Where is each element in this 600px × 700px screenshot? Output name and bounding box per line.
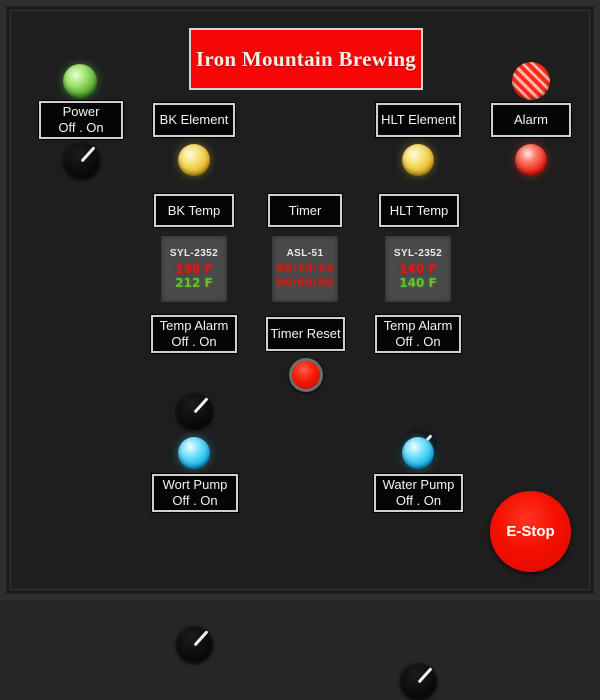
- alarm-red-led: [515, 144, 547, 176]
- bk-temp-label: BK Temp: [167, 202, 221, 218]
- wort-pump-label-plate: Wort Pump Off . On: [152, 474, 238, 512]
- wort-pump-selector-knob[interactable]: [176, 626, 213, 663]
- water-pump-label-plate: Water Pump Off . On: [374, 474, 463, 512]
- water-pump-label-line1: Water Pump: [382, 477, 455, 492]
- timer-reset-label-plate: Timer Reset: [266, 317, 345, 351]
- bk-element-label: BK Element: [159, 112, 229, 127]
- bk-temp-alarm-label-line1: Temp Alarm: [159, 318, 229, 333]
- alarm-label-plate: Alarm: [491, 103, 571, 137]
- emergency-stop-label: E-Stop: [506, 523, 555, 540]
- power-selector-knob[interactable]: [63, 142, 100, 179]
- emergency-stop-button[interactable]: E-Stop: [490, 491, 571, 572]
- brewery-control-panel: Iron Mountain Brewing Power Off . On BK …: [0, 0, 600, 700]
- wort-pump-label-line1: Wort Pump: [162, 477, 228, 492]
- timer-model: ASL-51: [286, 248, 324, 259]
- panel-title: Iron Mountain Brewing: [195, 46, 417, 71]
- bk-element-amber-led: [178, 144, 210, 176]
- hlt-temp-label: HLT Temp: [389, 202, 449, 218]
- water-pump-knob-pointer: [417, 666, 432, 683]
- hlt-element-label: HLT Element: [381, 112, 456, 127]
- hlt-temp-setpoint-value: 140 F: [399, 276, 437, 290]
- bk-element-label-plate: BK Element: [153, 103, 235, 137]
- power-label-plate: Power Off . On: [39, 101, 123, 139]
- timer-controller-display[interactable]: ASL-51 00:10:24 00:60:00: [272, 236, 338, 302]
- power-knob-pointer: [80, 145, 95, 162]
- alarm-siren-icon: [512, 62, 550, 100]
- bk-temp-process-value: 198 F: [175, 262, 213, 276]
- power-group: [58, 64, 97, 98]
- water-pump-selector-knob[interactable]: [400, 663, 437, 700]
- timer-preset-value: 00:60:00: [276, 276, 334, 289]
- bk-temp-alarm-label-plate: Temp Alarm Off . On: [151, 315, 237, 353]
- hlt-temp-alarm-label-plate: Temp Alarm Off . On: [375, 315, 461, 353]
- timer-reset-label: Timer Reset: [270, 326, 341, 341]
- bk-temp-label-plate: BK Temp: [154, 194, 234, 227]
- timer-label-plate: Timer: [268, 194, 342, 227]
- bk-temp-alarm-label-line2: Off . On: [171, 334, 217, 349]
- wort-pump-label-line2: Off . On: [172, 493, 218, 508]
- hlt-element-amber-led: [402, 144, 434, 176]
- power-label-line1: Power: [62, 104, 100, 119]
- power-label-line2: Off . On: [58, 120, 104, 135]
- wort-pump-cyan-led: [178, 437, 210, 469]
- timer-reset-pushbutton[interactable]: [289, 358, 323, 392]
- bk-temp-model: SYL-2352: [169, 248, 219, 259]
- hlt-element-label-plate: HLT Element: [376, 103, 461, 137]
- hlt-temp-label-plate: HLT Temp: [379, 194, 459, 227]
- bk-temp-alarm-selector-knob[interactable]: [176, 393, 213, 430]
- water-pump-cyan-led: [402, 437, 434, 469]
- panel-title-banner: Iron Mountain Brewing: [189, 28, 423, 90]
- hlt-temp-alarm-label-line1: Temp Alarm: [383, 318, 453, 333]
- hlt-temp-controller-display[interactable]: SYL-2352 140 F 140 F: [385, 236, 451, 302]
- alarm-label: Alarm: [514, 112, 548, 127]
- wort-pump-knob-pointer: [193, 629, 208, 646]
- timer-label: Timer: [288, 202, 322, 218]
- timer-elapsed-value: 00:10:24: [276, 262, 334, 275]
- power-green-led: [63, 64, 97, 98]
- hlt-temp-model: SYL-2352: [393, 248, 443, 259]
- bk-temp-alarm-knob-pointer: [193, 396, 208, 413]
- hlt-temp-process-value: 140 F: [399, 262, 437, 276]
- bk-temp-controller-display[interactable]: SYL-2352 198 F 212 F: [161, 236, 227, 302]
- hlt-temp-alarm-label-line2: Off . On: [395, 334, 441, 349]
- bk-temp-setpoint-value: 212 F: [175, 276, 213, 290]
- water-pump-label-line2: Off . On: [395, 493, 442, 508]
